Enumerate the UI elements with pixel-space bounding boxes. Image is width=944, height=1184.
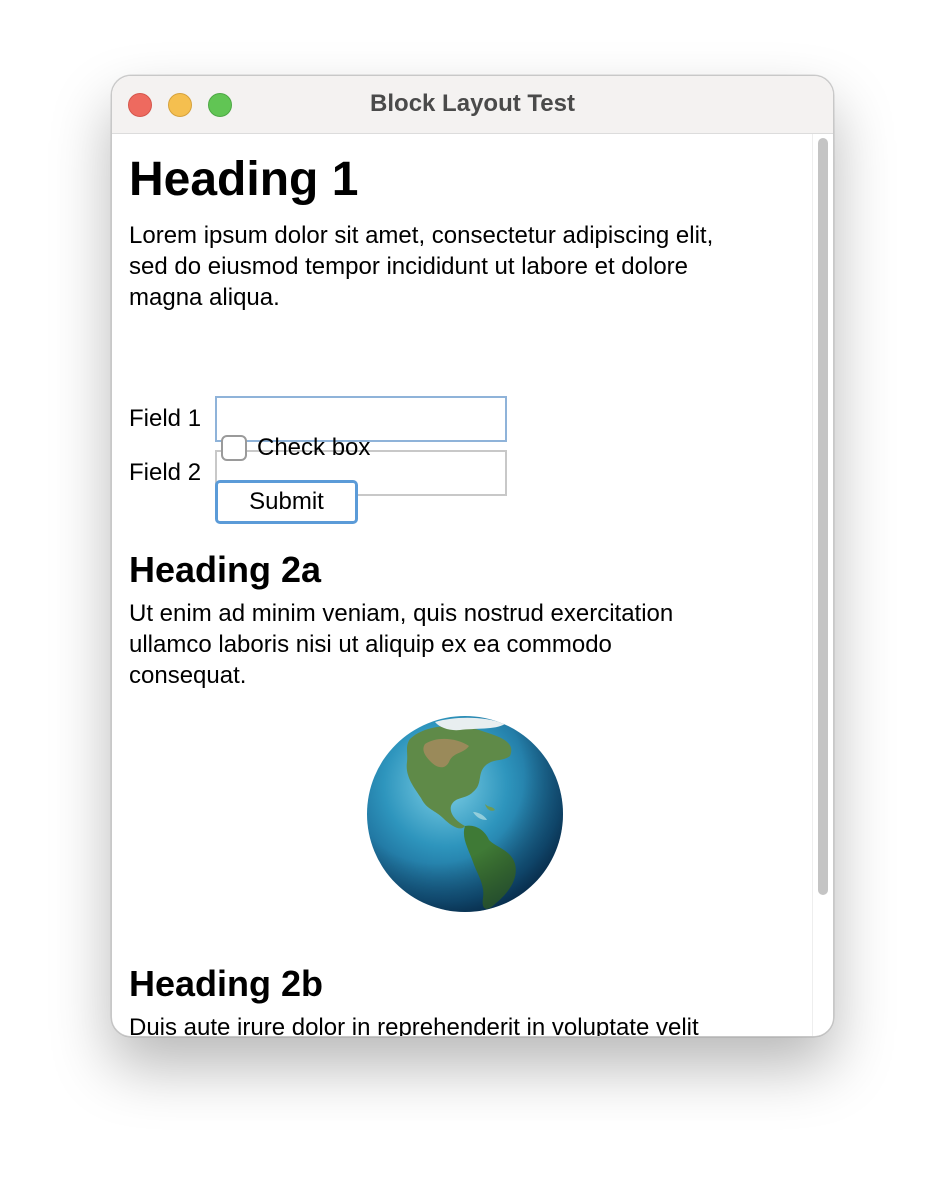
scrollbar-thumb[interactable] (818, 138, 828, 895)
field-2-label: Field 2 (129, 459, 202, 486)
paragraph-line: consequat. (129, 662, 247, 689)
paragraph-line: ullamco laboris nisi ut aliquip ex ea co… (129, 631, 612, 658)
paragraph-3: Duis aute irure dolor in reprehenderit i… (129, 1012, 794, 1036)
app-window: Block Layout Test Heading 1 Lorem ipsum … (111, 75, 834, 1037)
heading-2b: Heading 2b (129, 963, 324, 1004)
submit-button[interactable]: Submit (215, 480, 358, 524)
paragraph-line: Lorem ipsum dolor sit amet, consectetur … (129, 222, 714, 249)
paragraph-line: sed do eiusmod tempor incididunt ut labo… (129, 253, 689, 280)
title-bar[interactable]: Block Layout Test (112, 76, 833, 134)
check-box[interactable] (221, 435, 247, 461)
paragraph-line: magna aliqua. (129, 284, 280, 311)
content-area: Heading 1 Lorem ipsum dolor sit amet, co… (112, 134, 833, 1036)
vertical-scrollbar[interactable] (812, 134, 833, 1036)
heading-1: Heading 1 (129, 153, 359, 206)
check-box-label[interactable]: Check box (257, 433, 370, 463)
field-1-label: Field 1 (129, 405, 202, 432)
paragraph-line: Ut enim ad minim veniam, quis nostrud ex… (129, 600, 674, 627)
paragraph-line: Duis aute irure dolor in reprehenderit i… (129, 1014, 699, 1036)
paragraph-1: Lorem ipsum dolor sit amet, consectetur … (129, 220, 794, 313)
paragraph-2: Ut enim ad minim veniam, quis nostrud ex… (129, 598, 794, 691)
heading-2a: Heading 2a (129, 549, 322, 590)
window-title: Block Layout Test (370, 90, 575, 117)
earth-globe-icon (365, 714, 565, 914)
